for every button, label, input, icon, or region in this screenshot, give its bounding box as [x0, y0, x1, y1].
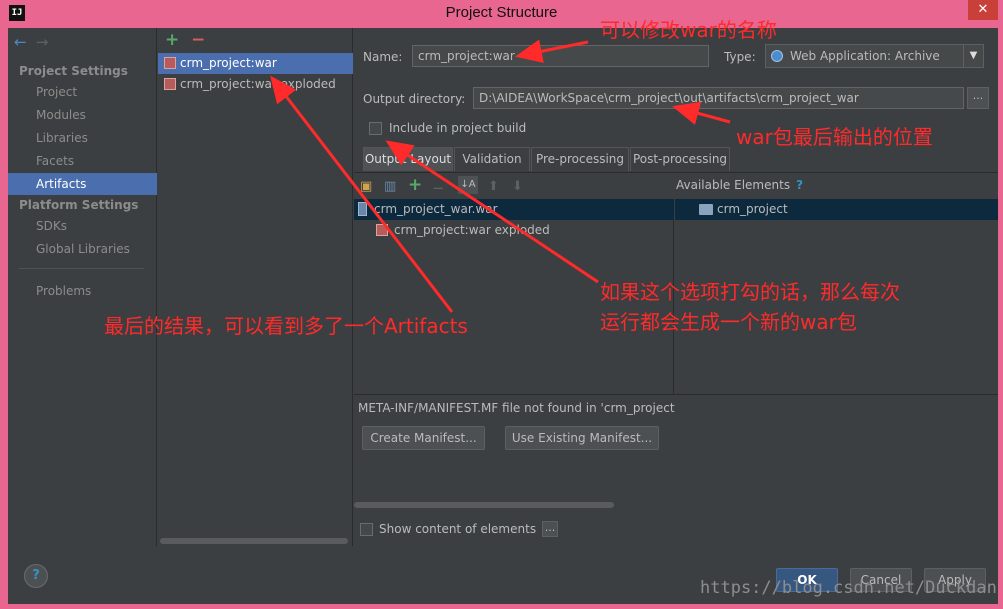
type-label: Type: [724, 50, 756, 64]
artifacts-toolbar: + − [165, 30, 205, 50]
nav-item-global-libraries[interactable]: Global Libraries [8, 238, 157, 260]
manifest-divider [354, 394, 998, 395]
nav-item-artifacts[interactable]: Artifacts [8, 173, 157, 195]
show-content-options-button[interactable]: ... [542, 521, 558, 537]
csdn-watermark: https://blog.csdn.net/Duckdan [700, 578, 997, 598]
forward-arrow-icon[interactable]: → [36, 33, 54, 51]
annotation-include-build-line1: 如果这个选项打勾的话，那么每次 [600, 280, 900, 304]
create-manifest-button[interactable]: Create Manifest... [362, 426, 485, 450]
settings-nav: ← → Project Settings Project Modules Lib… [8, 28, 157, 546]
layout-child-war-exploded[interactable]: crm_project:war exploded [376, 220, 550, 241]
war-exploded-artifact-icon [164, 78, 176, 90]
close-button[interactable]: ✕ [968, 0, 998, 20]
new-folder-icon[interactable]: ▣ [360, 179, 372, 194]
remove-artifact-icon[interactable]: − [191, 30, 205, 50]
available-elements-label: Available Elements? [676, 178, 803, 192]
tab-output-layout[interactable]: Output Layout [363, 147, 453, 171]
annotation-rename-war: 可以修改war的名称 [600, 18, 777, 42]
artifact-item-war-exploded[interactable]: crm_project:war exploded [158, 74, 353, 95]
layout-root-war[interactable]: crm_project_war.war [358, 199, 498, 220]
project-structure-window: IJ Project Structure ✕ ← → Project Setti… [0, 0, 1003, 609]
include-in-build-label: Include in project build [389, 121, 527, 135]
nav-item-modules[interactable]: Modules [8, 104, 157, 126]
nav-arrows: ← → [14, 33, 54, 51]
artifact-item-war[interactable]: crm_project:war [158, 53, 353, 74]
help-button[interactable]: ? [24, 564, 48, 588]
nav-group-platform-settings: Platform Settings [19, 198, 139, 212]
use-existing-manifest-button[interactable]: Use Existing Manifest... [505, 426, 659, 450]
nav-divider [19, 268, 144, 269]
nav-group-project-settings: Project Settings [19, 64, 128, 78]
show-content-label: Show content of elements [379, 522, 537, 536]
help-icon[interactable]: ? [796, 178, 803, 192]
name-label: Name: [363, 50, 403, 64]
artifact-type-value: Web Application: Archive [790, 49, 940, 63]
remove-element-icon[interactable]: − [432, 179, 445, 197]
annotation-include-build-line2: 运行都会生成一个新的war包 [600, 310, 857, 334]
artifact-name-input[interactable]: crm_project:war [412, 45, 709, 67]
available-element-label: crm_project [717, 202, 788, 216]
back-arrow-icon[interactable]: ← [14, 33, 32, 51]
annotation-result-artifacts: 最后的结果，可以看到多了一个Artifacts [104, 314, 468, 338]
output-directory-label: Output directory: [363, 92, 466, 106]
move-down-icon[interactable]: ⬇ [512, 179, 523, 194]
nav-item-facets[interactable]: Facets [8, 150, 157, 172]
archive-icon[interactable]: ▥ [384, 179, 396, 194]
war-exploded-icon [376, 224, 388, 236]
show-content-checkbox[interactable] [360, 523, 373, 536]
layout-horizontal-scrollbar[interactable] [354, 502, 614, 508]
artifact-item-label: crm_project:war exploded [180, 77, 336, 91]
annotation-output-location: war包最后输出的位置 [736, 125, 933, 149]
war-file-icon [358, 202, 367, 216]
layout-root-label: crm_project_war.war [374, 202, 498, 216]
browse-output-button[interactable]: ... [967, 87, 989, 109]
available-elements-text: Available Elements [676, 178, 791, 192]
layout-child-label: crm_project:war exploded [394, 223, 550, 237]
title-bar: IJ Project Structure ✕ [0, 0, 1003, 28]
artifacts-list-panel: + − crm_project:war crm_project:war expl… [158, 28, 353, 546]
nav-item-libraries[interactable]: Libraries [8, 127, 157, 149]
tab-post-processing[interactable]: Post-processing [630, 147, 730, 171]
artifacts-horizontal-scrollbar[interactable] [160, 538, 348, 544]
artifact-type-select[interactable]: Web Application: Archive ▼ [765, 44, 984, 68]
web-application-icon [771, 50, 783, 62]
move-up-icon[interactable]: ⬆ [488, 179, 499, 194]
window-title: Project Structure [445, 4, 558, 21]
manifest-message: META-INF/MANIFEST.MF file not found in '… [358, 401, 675, 415]
nav-item-problems[interactable]: Problems [8, 280, 157, 302]
add-artifact-icon[interactable]: + [165, 30, 179, 50]
artifact-item-label: crm_project:war [180, 56, 277, 70]
nav-item-project[interactable]: Project [8, 81, 157, 103]
tab-pre-processing[interactable]: Pre-processing [531, 147, 629, 171]
sort-elements-icon[interactable]: ↓A [458, 176, 478, 194]
available-element-crm-project[interactable]: crm_project [699, 199, 788, 220]
chevron-down-icon: ▼ [963, 45, 983, 67]
include-in-build-checkbox[interactable] [369, 122, 382, 135]
nav-item-sdks[interactable]: SDKs [8, 215, 157, 237]
tab-validation[interactable]: Validation [454, 147, 530, 171]
add-element-icon[interactable]: + [408, 175, 422, 195]
war-artifact-icon [164, 57, 176, 69]
output-directory-input[interactable]: D:\AIDEA\WorkSpace\crm_project\out\artif… [473, 87, 964, 109]
module-folder-icon [699, 204, 713, 215]
